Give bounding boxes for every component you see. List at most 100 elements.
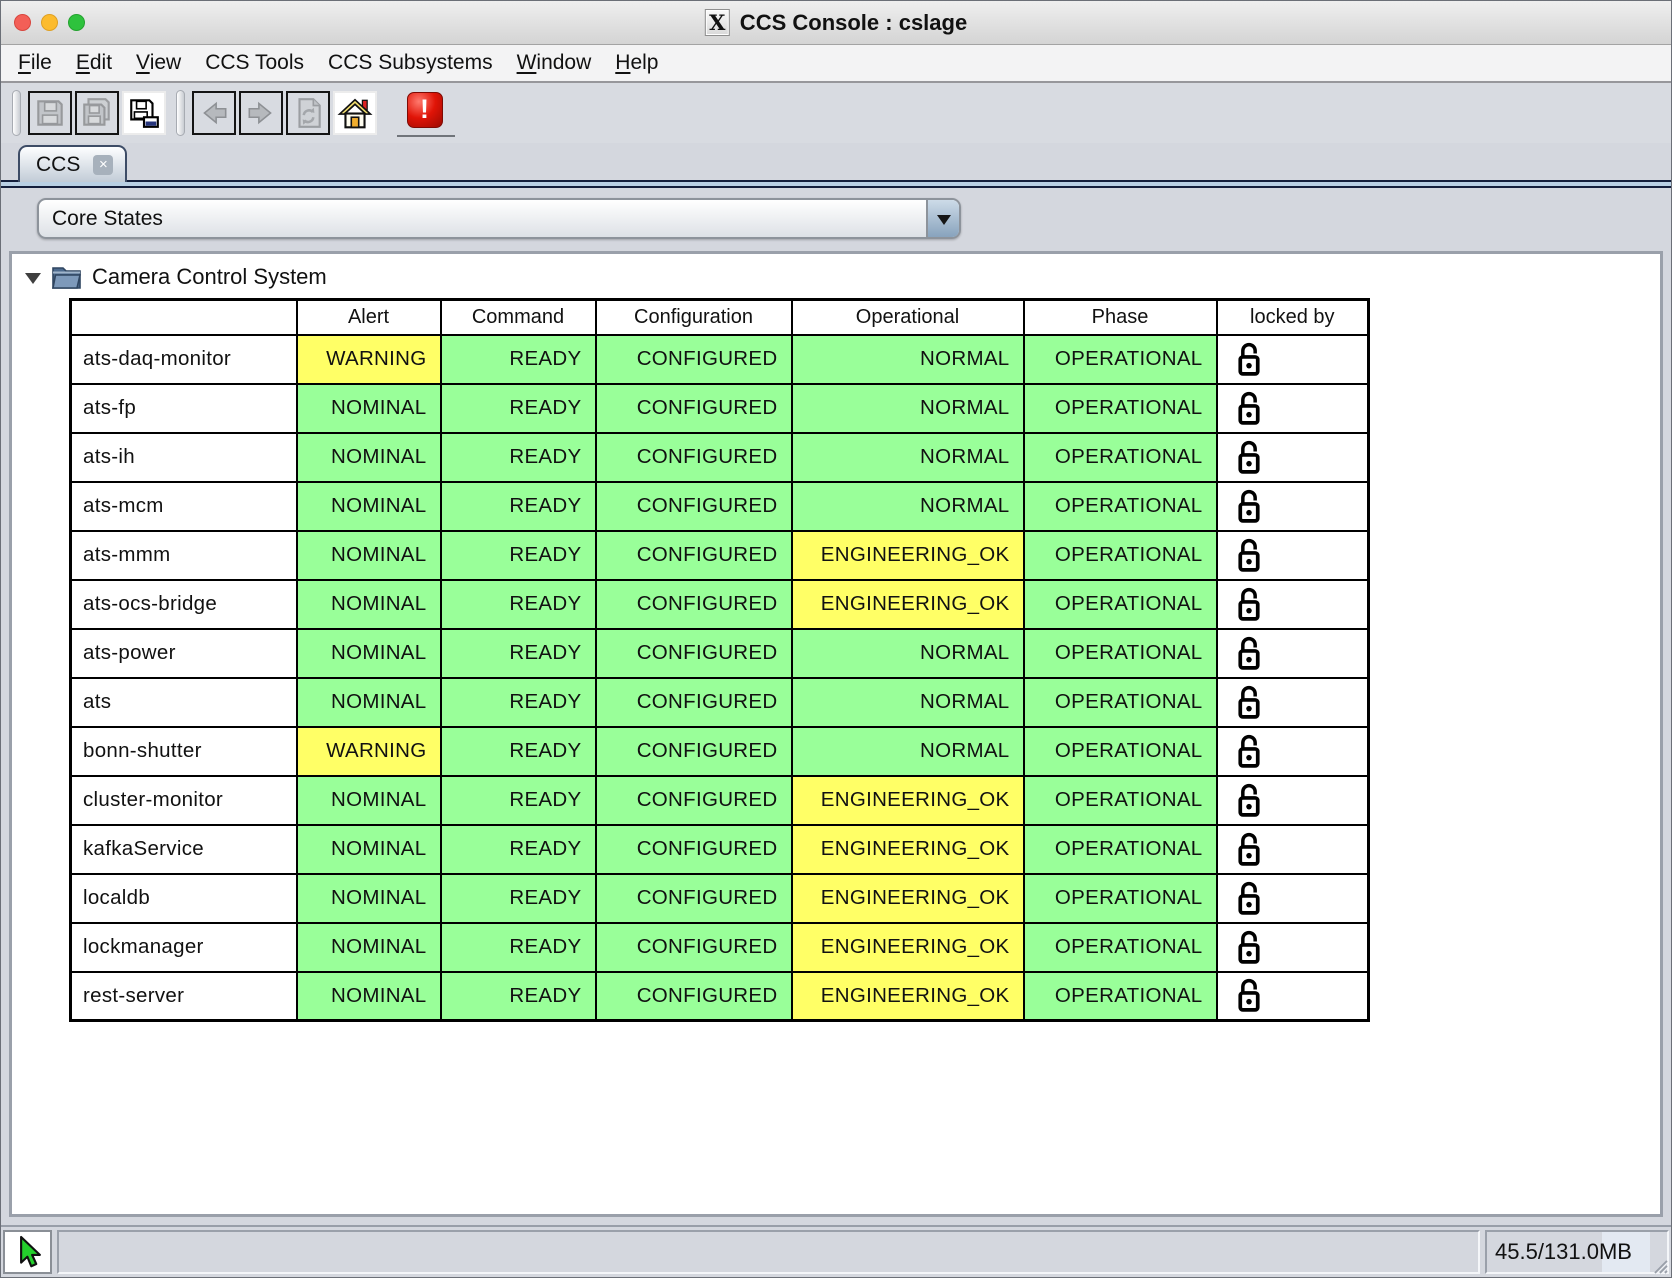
configuration-state-cell[interactable]: CONFIGURED	[596, 335, 792, 384]
alert-state-cell[interactable]: NOMINAL	[297, 678, 441, 727]
column-header-locked-by[interactable]: locked by	[1217, 300, 1369, 335]
configuration-state-cell[interactable]: CONFIGURED	[596, 629, 792, 678]
phase-state-cell[interactable]: OPERATIONAL	[1024, 923, 1217, 972]
command-state-cell[interactable]: READY	[441, 972, 596, 1021]
phase-state-cell[interactable]: OPERATIONAL	[1024, 776, 1217, 825]
command-state-cell[interactable]: READY	[441, 384, 596, 433]
minimize-window-button[interactable]	[41, 14, 58, 31]
dropdown-arrow-button[interactable]	[926, 200, 959, 237]
operational-state-cell[interactable]: ENGINEERING_OK	[792, 825, 1024, 874]
locked-by-cell[interactable]	[1217, 727, 1369, 776]
phase-state-cell[interactable]: OPERATIONAL	[1024, 678, 1217, 727]
subsystem-name-cell[interactable]: kafkaService	[71, 825, 297, 874]
locked-by-cell[interactable]	[1217, 972, 1369, 1021]
menu-edit[interactable]: Edit	[64, 51, 124, 75]
phase-state-cell[interactable]: OPERATIONAL	[1024, 482, 1217, 531]
column-header-phase[interactable]: Phase	[1024, 300, 1217, 335]
subsystem-name-cell[interactable]: ats-ih	[71, 433, 297, 482]
resize-grip-icon[interactable]	[1651, 1257, 1669, 1275]
operational-state-cell[interactable]: NORMAL	[792, 727, 1024, 776]
memory-usage-indicator[interactable]: 45.5/131.0MB	[1485, 1230, 1669, 1274]
forward-button[interactable]	[239, 91, 283, 135]
phase-state-cell[interactable]: OPERATIONAL	[1024, 384, 1217, 433]
locked-by-cell[interactable]	[1217, 874, 1369, 923]
configuration-state-cell[interactable]: CONFIGURED	[596, 531, 792, 580]
alert-state-cell[interactable]: WARNING	[297, 335, 441, 384]
configuration-state-cell[interactable]: CONFIGURED	[596, 482, 792, 531]
configuration-state-cell[interactable]: CONFIGURED	[596, 580, 792, 629]
command-state-cell[interactable]: READY	[441, 727, 596, 776]
configuration-state-cell[interactable]: CONFIGURED	[596, 874, 792, 923]
subsystem-name-cell[interactable]: ats-mcm	[71, 482, 297, 531]
menu-file[interactable]: File	[6, 51, 64, 75]
operational-state-cell[interactable]: NORMAL	[792, 433, 1024, 482]
locked-by-cell[interactable]	[1217, 678, 1369, 727]
alert-state-cell[interactable]: NOMINAL	[297, 433, 441, 482]
operational-state-cell[interactable]: NORMAL	[792, 678, 1024, 727]
alert-state-cell[interactable]: NOMINAL	[297, 384, 441, 433]
command-state-cell[interactable]: READY	[441, 923, 596, 972]
subsystem-name-cell[interactable]: ats-ocs-bridge	[71, 580, 297, 629]
menu-view[interactable]: View	[124, 51, 193, 75]
phase-state-cell[interactable]: OPERATIONAL	[1024, 433, 1217, 482]
alert-state-cell[interactable]: NOMINAL	[297, 482, 441, 531]
save-all-button[interactable]	[75, 91, 119, 135]
operational-state-cell[interactable]: ENGINEERING_OK	[792, 972, 1024, 1021]
refresh-button[interactable]	[286, 91, 330, 135]
subsystem-name-cell[interactable]: ats-fp	[71, 384, 297, 433]
locked-by-cell[interactable]	[1217, 433, 1369, 482]
alert-state-cell[interactable]: NOMINAL	[297, 923, 441, 972]
configuration-state-cell[interactable]: CONFIGURED	[596, 678, 792, 727]
subsystem-name-cell[interactable]: rest-server	[71, 972, 297, 1021]
alert-state-cell[interactable]: NOMINAL	[297, 776, 441, 825]
subsystem-name-cell[interactable]: bonn-shutter	[71, 727, 297, 776]
alert-state-cell[interactable]: WARNING	[297, 727, 441, 776]
tab-ccs[interactable]: CCS ×	[18, 145, 127, 182]
tab-close-icon[interactable]: ×	[93, 155, 113, 175]
configuration-state-cell[interactable]: CONFIGURED	[596, 384, 792, 433]
phase-state-cell[interactable]: OPERATIONAL	[1024, 335, 1217, 384]
command-state-cell[interactable]: READY	[441, 482, 596, 531]
menu-help[interactable]: Help	[603, 51, 670, 75]
command-state-cell[interactable]: READY	[441, 776, 596, 825]
save-button[interactable]	[28, 91, 72, 135]
operational-state-cell[interactable]: NORMAL	[792, 335, 1024, 384]
column-header-subsystem[interactable]	[71, 300, 297, 335]
subsystem-name-cell[interactable]: lockmanager	[71, 923, 297, 972]
operational-state-cell[interactable]: ENGINEERING_OK	[792, 874, 1024, 923]
subsystem-name-cell[interactable]: ats-daq-monitor	[71, 335, 297, 384]
column-header-operational[interactable]: Operational	[792, 300, 1024, 335]
cursor-mode-indicator[interactable]	[3, 1230, 52, 1274]
phase-state-cell[interactable]: OPERATIONAL	[1024, 972, 1217, 1021]
zoom-window-button[interactable]	[68, 14, 85, 31]
home-button[interactable]	[333, 91, 377, 135]
operational-state-cell[interactable]: ENGINEERING_OK	[792, 531, 1024, 580]
configuration-state-cell[interactable]: CONFIGURED	[596, 727, 792, 776]
phase-state-cell[interactable]: OPERATIONAL	[1024, 825, 1217, 874]
menu-window[interactable]: Window	[505, 51, 604, 75]
menu-ccs-tools[interactable]: CCS Tools	[193, 51, 316, 75]
command-state-cell[interactable]: READY	[441, 531, 596, 580]
configuration-state-cell[interactable]: CONFIGURED	[596, 776, 792, 825]
close-window-button[interactable]	[14, 14, 31, 31]
locked-by-cell[interactable]	[1217, 580, 1369, 629]
locked-by-cell[interactable]	[1217, 776, 1369, 825]
command-state-cell[interactable]: READY	[441, 580, 596, 629]
locked-by-cell[interactable]	[1217, 384, 1369, 433]
phase-state-cell[interactable]: OPERATIONAL	[1024, 531, 1217, 580]
alert-state-cell[interactable]: NOMINAL	[297, 629, 441, 678]
locked-by-cell[interactable]	[1217, 825, 1369, 874]
configuration-state-cell[interactable]: CONFIGURED	[596, 433, 792, 482]
tree-node-camera-control-system[interactable]: Camera Control System	[12, 254, 1660, 290]
toolbar-drag-handle[interactable]	[176, 90, 185, 136]
locked-by-cell[interactable]	[1217, 335, 1369, 384]
subsystem-name-cell[interactable]: localdb	[71, 874, 297, 923]
operational-state-cell[interactable]: ENGINEERING_OK	[792, 923, 1024, 972]
phase-state-cell[interactable]: OPERATIONAL	[1024, 727, 1217, 776]
command-state-cell[interactable]: READY	[441, 433, 596, 482]
export-button[interactable]	[122, 91, 166, 135]
alert-state-cell[interactable]: NOMINAL	[297, 531, 441, 580]
operational-state-cell[interactable]: ENGINEERING_OK	[792, 580, 1024, 629]
command-state-cell[interactable]: READY	[441, 335, 596, 384]
configuration-state-cell[interactable]: CONFIGURED	[596, 972, 792, 1021]
